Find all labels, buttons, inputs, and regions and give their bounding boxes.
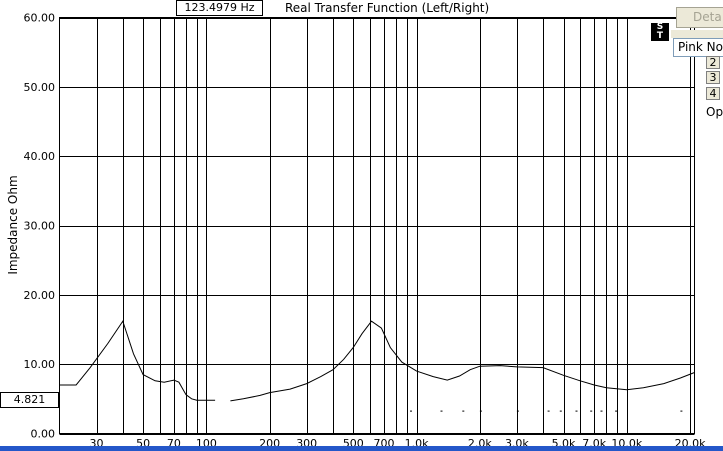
options-button[interactable]: Op [706,105,723,119]
scatter-mark [410,410,412,412]
scatter-mark [479,410,482,412]
signal-select[interactable]: Pink No [673,38,723,57]
chart-title: Real Transfer Function (Left/Right) [285,1,489,15]
st-logo-icon: ST [651,23,669,41]
details-button[interactable]: Deta [676,7,723,28]
cursor-value-readout: 4.821 [0,392,59,408]
y-tick-label: 60.00 [24,12,56,25]
scatter-mark [440,410,443,412]
y-tick-label: 30.00 [24,220,56,233]
scatter-mark [590,410,593,412]
y-tick-label: 50.00 [24,81,56,94]
trace-segment [230,320,695,402]
scatter-mark [615,410,618,412]
scatter-mark [600,410,603,412]
trace-segment [59,320,216,401]
scatter-mark [559,410,562,412]
channel-2-button[interactable]: 2 [706,56,720,69]
frequency-readout: 123.4979 Hz [176,0,263,16]
channel-4-button[interactable]: 4 [706,87,720,100]
impedance-trace [59,320,695,402]
channel-3-button[interactable]: 3 [706,71,720,84]
y-tick-label: 20.00 [24,289,56,302]
taskbar-strip [0,446,723,451]
scatter-mark [462,410,465,412]
scatter-mark [516,410,519,412]
rta-window: 0.00 10.00 20.00 30.00 40.00 50.00 60.00 30 50 7… [0,0,723,451]
scatter-mark [547,410,550,412]
transfer-function-chart: 0.0010.0020.0030.0040.0050.0060.00 30 50 7… [6,1,706,450]
panel-strip [671,30,723,38]
scatter-marks [410,410,683,412]
y-axis-ticks: 0.00 10.00 20.00 30.00 40.00 50.00 60.00 [24,12,56,441]
plot-frame [59,17,695,434]
y-tick-label: 10.00 [24,358,56,371]
y-tick-label: 0.00 [31,428,56,441]
scatter-mark [575,410,578,412]
y-tick-label: 40.00 [24,150,56,163]
y-axis-label: Impedance Ohm [6,175,20,274]
grid [59,17,695,435]
